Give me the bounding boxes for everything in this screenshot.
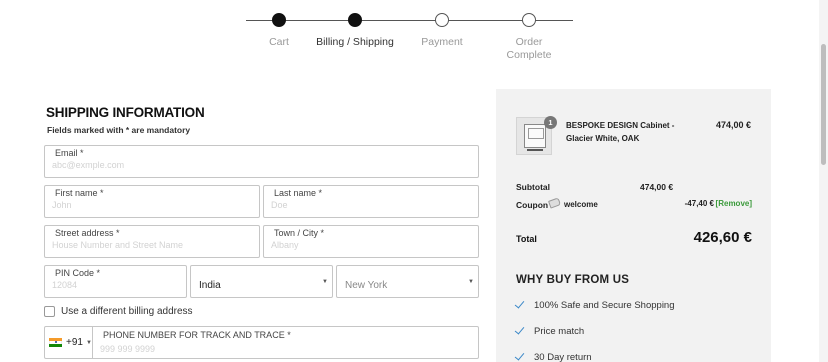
state-select[interactable]: New York ▼ bbox=[336, 265, 479, 298]
benefit-item: 100% Safe and Secure Shopping bbox=[514, 299, 675, 311]
page-scrollbar[interactable] bbox=[819, 0, 828, 362]
phone-placeholder: 999 999 9999 bbox=[100, 344, 156, 354]
email-label: Email * bbox=[55, 148, 84, 158]
first-name-placeholder: John bbox=[52, 200, 72, 210]
quantity-badge: 1 bbox=[544, 116, 557, 129]
phone-label: PHONE NUMBER FOR TRACK AND TRACE * bbox=[103, 330, 291, 340]
benefit-item: Price match bbox=[514, 325, 584, 337]
checkmark-icon bbox=[514, 325, 526, 337]
step-billing-shipping: Billing / Shipping bbox=[305, 13, 405, 49]
street-address-field[interactable]: Street address * House Number and Street… bbox=[44, 225, 260, 258]
benefit-text: 100% Safe and Secure Shopping bbox=[534, 299, 675, 311]
last-name-label: Last name * bbox=[274, 188, 323, 198]
coupon-code: welcome bbox=[564, 200, 598, 209]
benefit-item: 30 Day return bbox=[514, 351, 592, 362]
pin-code-label: PIN Code * bbox=[55, 268, 101, 278]
town-city-label: Town / City * bbox=[274, 228, 325, 238]
first-name-label: First name * bbox=[55, 188, 104, 198]
different-billing-address-option[interactable]: Use a different billing address bbox=[44, 306, 193, 317]
country-code: +91 bbox=[66, 337, 83, 348]
street-address-label: Street address * bbox=[55, 228, 120, 238]
coupon-label: Coupon bbox=[516, 200, 549, 210]
step-dot-complete bbox=[272, 13, 286, 27]
step-payment: Payment bbox=[392, 13, 492, 49]
product-price: 474,00 € bbox=[715, 120, 751, 130]
different-billing-label: Use a different billing address bbox=[61, 306, 193, 317]
benefit-text: 30 Day return bbox=[534, 351, 592, 362]
tag-icon bbox=[547, 197, 562, 209]
state-value: New York bbox=[345, 280, 388, 291]
subtotal-label: Subtotal bbox=[516, 182, 550, 192]
step-dot-pending bbox=[522, 13, 536, 27]
why-buy-heading: WHY BUY FROM US bbox=[516, 274, 630, 286]
country-select[interactable]: India ▼ bbox=[190, 265, 333, 298]
town-city-placeholder: Albany bbox=[271, 240, 299, 250]
street-address-placeholder: House Number and Street Name bbox=[52, 240, 184, 250]
caret-down-icon: ▼ bbox=[468, 279, 474, 285]
scrollbar-thumb[interactable] bbox=[821, 44, 826, 165]
remove-coupon-link[interactable]: [Remove] bbox=[716, 199, 752, 208]
pin-code-placeholder: 12084 bbox=[52, 280, 78, 290]
phone-field[interactable]: +91 ▼ PHONE NUMBER FOR TRACK AND TRACE *… bbox=[44, 326, 479, 359]
mandatory-fields-note: Fields marked with * are mandatory bbox=[47, 125, 191, 135]
email-placeholder: abc@exmple.com bbox=[52, 160, 125, 170]
step-order-complete: Order Complete bbox=[479, 13, 579, 62]
step-dot-pending bbox=[435, 13, 449, 27]
step-label: Payment bbox=[421, 36, 463, 48]
checkmark-icon bbox=[514, 299, 526, 311]
total-value: 426,60 € bbox=[693, 229, 752, 246]
last-name-placeholder: Doe bbox=[271, 200, 288, 210]
country-code-dropdown[interactable]: +91 ▼ bbox=[45, 327, 93, 358]
caret-down-icon: ▼ bbox=[322, 279, 328, 285]
step-dot-complete bbox=[348, 13, 362, 27]
checkmark-icon bbox=[514, 351, 526, 362]
product-name: BESPOKE DESIGN Cabinet - Glacier White, … bbox=[566, 121, 675, 143]
order-summary-panel: 1 BESPOKE DESIGN Cabinet - Glacier White… bbox=[496, 89, 771, 362]
last-name-field[interactable]: Last name * Doe bbox=[263, 185, 479, 218]
step-label: Billing / Shipping bbox=[316, 36, 394, 48]
checkout-progress-stepper: Cart Billing / Shipping Payment Order Co… bbox=[246, 10, 573, 65]
email-field[interactable]: Email * abc@exmple.com bbox=[44, 145, 479, 178]
town-city-field[interactable]: Town / City * Albany bbox=[263, 225, 479, 258]
pin-code-field[interactable]: PIN Code * 12084 bbox=[44, 265, 187, 298]
cabinet-icon bbox=[524, 124, 546, 151]
india-flag-icon bbox=[49, 338, 62, 347]
caret-down-icon: ▼ bbox=[85, 339, 92, 346]
first-name-field[interactable]: First name * John bbox=[44, 185, 260, 218]
different-billing-checkbox[interactable] bbox=[44, 306, 55, 317]
discount-value: -47,40 € bbox=[684, 199, 714, 208]
country-value: India bbox=[199, 280, 221, 291]
benefit-text: Price match bbox=[534, 325, 585, 337]
step-label: Order Complete bbox=[506, 36, 552, 61]
subtotal-value: 474,00 € bbox=[640, 182, 674, 192]
shipping-information-heading: SHIPPING INFORMATION bbox=[46, 105, 205, 120]
total-label: Total bbox=[516, 234, 537, 244]
